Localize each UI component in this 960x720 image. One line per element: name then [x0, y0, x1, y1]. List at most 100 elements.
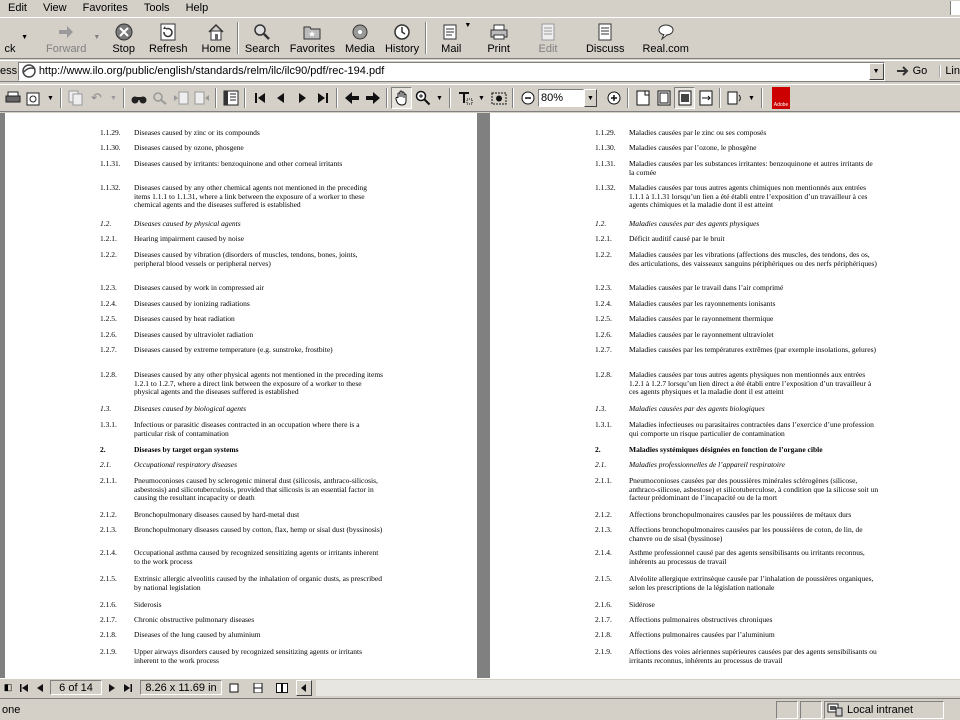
home-button[interactable]: Home: [198, 18, 235, 58]
pdf-text-select-icon[interactable]: [454, 87, 475, 109]
pdf-navigation-pane-icon[interactable]: [220, 87, 241, 109]
french-item-text: Maladies causées par tous autres agents …: [629, 370, 872, 397]
pdf-fit-page-icon[interactable]: [653, 87, 674, 109]
address-field[interactable]: ▼: [17, 61, 885, 81]
menu-favorites[interactable]: Favorites: [75, 2, 136, 14]
pdf-rotate-icon[interactable]: [724, 87, 745, 109]
forward-dropdown-icon[interactable]: ▼: [93, 34, 100, 41]
links-button[interactable]: Lin: [939, 65, 960, 77]
pdf-previous-view-icon[interactable]: [341, 87, 362, 109]
pdf-pane-toggle-icon[interactable]: ◧: [0, 680, 16, 696]
pdf-save-dropdown-icon[interactable]: ▼: [44, 89, 57, 107]
menu-edit[interactable]: Edit: [0, 2, 35, 14]
pdf-zoom-out-icon[interactable]: [517, 87, 538, 109]
pdf-undo-icon[interactable]: ↶: [86, 87, 107, 109]
go-arrow-icon: [895, 64, 911, 78]
stop-button[interactable]: Stop: [108, 18, 139, 58]
go-label: Go: [912, 65, 928, 77]
printer-icon: [489, 23, 509, 41]
mail-button[interactable]: Mail ▼: [437, 18, 471, 58]
status-security-cell: [800, 700, 822, 719]
continuous-layout-icon[interactable]: [250, 680, 266, 696]
go-button[interactable]: Go: [895, 64, 928, 78]
forward-button[interactable]: Forward ▼: [42, 18, 100, 58]
pdf-zoom-in-tool-icon[interactable]: [412, 87, 433, 109]
facing-layout-icon[interactable]: [274, 680, 290, 696]
french-item-text: Maladies infectieuses ou parasitaires co…: [629, 420, 874, 438]
english-list-item: 2.1.1. Pneumoconioses caused by sclerogen…: [5, 476, 477, 503]
realcom-button[interactable]: Real.com: [638, 18, 692, 58]
pdf-text-select-dropdown-icon[interactable]: ▼: [475, 89, 488, 107]
discuss-button[interactable]: Discuss: [582, 18, 629, 58]
pdf-snapshot-icon[interactable]: [488, 87, 509, 109]
pdf-save-copy-icon[interactable]: [23, 87, 44, 109]
zone-label: Local intranet: [847, 703, 914, 716]
mail-label: Mail: [441, 43, 462, 55]
mail-dropdown-icon[interactable]: ▼: [464, 22, 471, 29]
single-page-layout-icon[interactable]: [226, 680, 242, 696]
edit-button[interactable]: Edit: [534, 18, 562, 58]
pdf-next-view-icon[interactable]: [362, 87, 383, 109]
address-dropdown-icon[interactable]: ▼: [868, 62, 884, 80]
refresh-button[interactable]: Refresh: [145, 18, 192, 58]
french-item-text: Maladies professionnelles de l’appareil …: [629, 460, 785, 469]
pdf-page-french: 1.1.29. Maladies causées par le zinc ou s…: [490, 113, 960, 678]
pdf-status-next-page-icon[interactable]: [104, 680, 120, 696]
pdf-hand-tool-icon[interactable]: [391, 87, 412, 109]
pdf-zoom-in-icon[interactable]: [603, 87, 624, 109]
history-button[interactable]: History: [381, 18, 423, 58]
french-item-number: 1.2.4.: [595, 299, 612, 308]
french-item-text: Maladies systémiques désignées en foncti…: [629, 445, 823, 454]
pdf-undo-dropdown-icon[interactable]: ▼: [107, 89, 120, 107]
english-item-text: Bronchopulmonary diseases caused by hard…: [134, 510, 300, 519]
pdf-print-icon[interactable]: [2, 87, 23, 109]
horizontal-scrollbar[interactable]: [316, 679, 960, 696]
print-label: Print: [487, 43, 510, 55]
pdf-actual-size-icon[interactable]: [632, 87, 653, 109]
page-count-field[interactable]: 6 of 14: [50, 680, 102, 695]
pdf-rotate-dropdown-icon[interactable]: ▼: [745, 89, 758, 107]
menu-help[interactable]: Help: [178, 2, 217, 14]
french-item-text: Affections pulmonaires causées par l’alu…: [629, 630, 775, 639]
pdf-first-page-icon[interactable]: [249, 87, 270, 109]
address-input[interactable]: [38, 65, 879, 77]
pdf-status-first-page-icon[interactable]: [16, 680, 32, 696]
pdf-zoom-tool-dropdown-icon[interactable]: ▼: [433, 89, 446, 107]
adobe-logo-icon[interactable]: Adobe: [772, 87, 790, 109]
menu-tools[interactable]: Tools: [136, 2, 178, 14]
pdf-document-area[interactable]: 1.1.29. Diseases caused by zinc or its co…: [0, 113, 960, 678]
status-text: one: [2, 703, 21, 716]
pdf-status-last-page-icon[interactable]: [120, 680, 136, 696]
french-item-text: Maladies causées par les températures ex…: [629, 345, 876, 354]
pdf-prev-page-icon[interactable]: [270, 87, 291, 109]
pdf-zoom-dropdown-icon[interactable]: ▼: [584, 89, 597, 107]
pdf-next-page-icon[interactable]: [291, 87, 312, 109]
pdf-fit-width-icon[interactable]: [674, 87, 695, 109]
french-item-number: 1.1.29.: [595, 128, 616, 137]
pdf-fit-visible-icon[interactable]: [695, 87, 716, 109]
print-button[interactable]: Print: [483, 18, 514, 58]
french-item-text: Maladies causées par les rayonnements io…: [629, 299, 776, 308]
pdf-toolbar: ▼ ↶ ▼ ▼ ▼ 80% ▼ ▼ Adobe: [0, 84, 960, 112]
hscroll-left-icon[interactable]: [296, 679, 312, 696]
media-button[interactable]: Media: [341, 18, 379, 58]
back-button[interactable]: ck ▼: [0, 18, 29, 58]
back-dropdown-icon[interactable]: ▼: [21, 34, 28, 41]
favorites-button[interactable]: Favorites: [286, 18, 339, 58]
english-list-item: 1.1.29. Diseases caused by zinc or its co…: [5, 128, 477, 138]
pdf-copy-icon[interactable]: [65, 87, 86, 109]
pdf-last-page-icon[interactable]: [312, 87, 333, 109]
menu-view[interactable]: View: [35, 2, 75, 14]
french-item-text: Sidérose: [629, 600, 655, 609]
english-list-item: 1.2. Diseases caused by physical agents: [5, 219, 477, 229]
pdf-prev-highlight-icon[interactable]: [170, 87, 191, 109]
pdf-status-prev-page-icon[interactable]: [32, 680, 48, 696]
pdf-next-highlight-icon[interactable]: [191, 87, 212, 109]
pdf-search-icon[interactable]: [149, 87, 170, 109]
french-item-number: 1.3.1.: [595, 420, 612, 429]
search-button[interactable]: Search: [241, 18, 284, 58]
english-item-number: 1.1.29.: [100, 128, 121, 137]
english-item-number: 2.1.3.: [100, 525, 117, 534]
pdf-zoom-field[interactable]: 80%: [538, 89, 584, 107]
pdf-find-icon[interactable]: [128, 87, 149, 109]
